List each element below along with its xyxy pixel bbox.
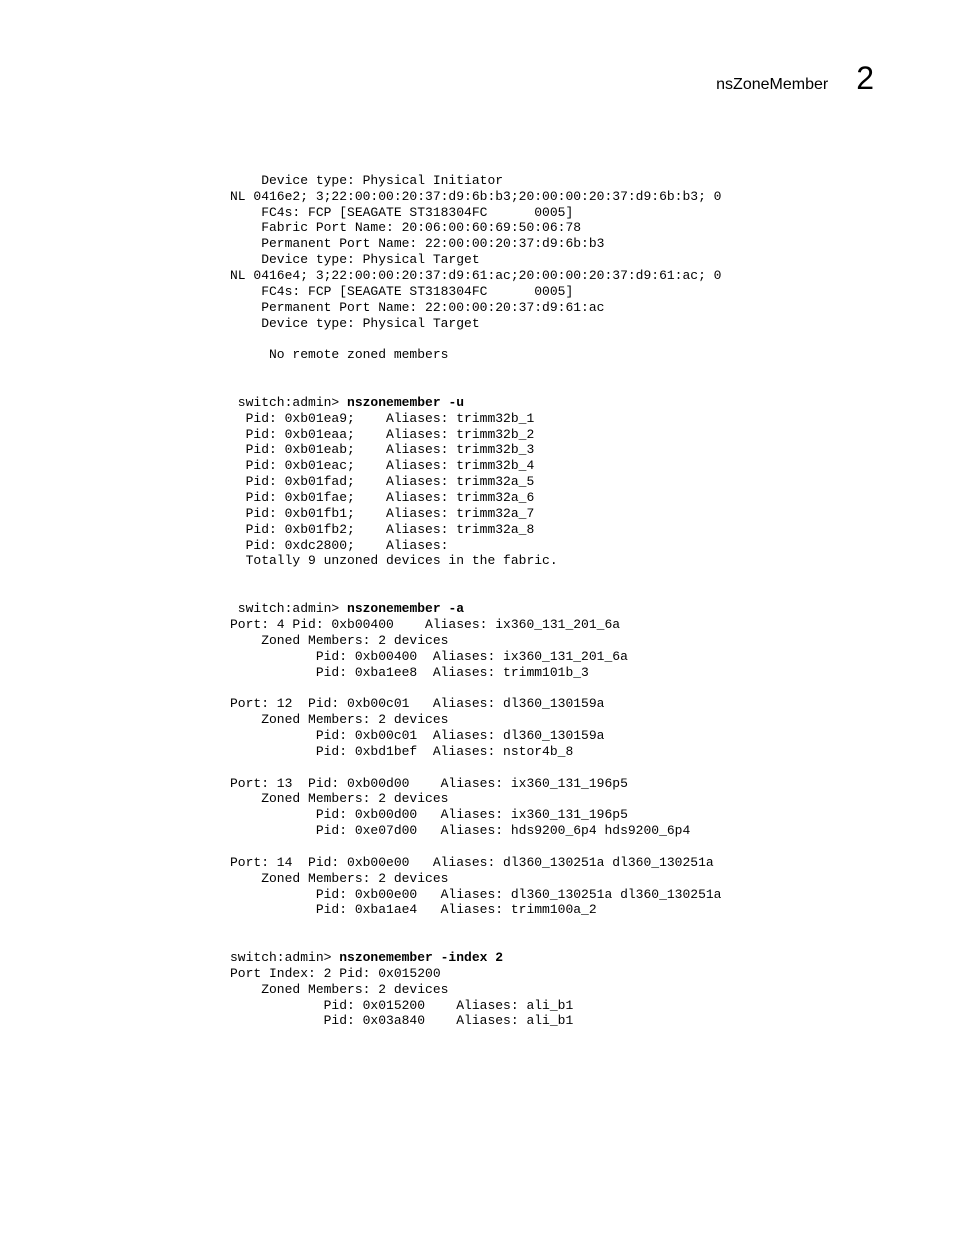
output-line: Port Index: 2 Pid: 0x015200 xyxy=(230,966,441,981)
command: nszonemember -index 2 xyxy=(339,950,503,965)
output-line: Zoned Members: 2 devices xyxy=(230,871,448,886)
output-line: Pid: 0xba1ae4 Aliases: trimm100a_2 xyxy=(230,902,597,917)
output-line: Permanent Port Name: 22:00:00:20:37:d9:6… xyxy=(230,300,604,315)
output-line: Pid: 0xb00400 Aliases: ix360_131_201_6a xyxy=(230,649,628,664)
output-line: Zoned Members: 2 devices xyxy=(230,633,448,648)
output-line: Port: 12 Pid: 0xb00c01 Aliases: dl360_13… xyxy=(230,696,604,711)
prompt: switch:admin> xyxy=(230,601,347,616)
output-line: Pid: 0xb01eaa; Aliases: trimm32b_2 xyxy=(230,427,534,442)
command: nszonemember -a xyxy=(347,601,464,616)
output-line: Pid: 0xb00d00 Aliases: ix360_131_196p5 xyxy=(230,807,628,822)
output-line: Permanent Port Name: 22:00:00:20:37:d9:6… xyxy=(230,236,604,251)
output-line: Pid: 0xb00c01 Aliases: dl360_130159a xyxy=(230,728,604,743)
output-line: Port: 14 Pid: 0xb00e00 Aliases: dl360_13… xyxy=(230,855,714,870)
output-line: Pid: 0x03a840 Aliases: ali_b1 xyxy=(230,1013,573,1028)
header-title: nsZoneMember xyxy=(716,76,828,94)
output-line: NL 0416e4; 3;22:00:00:20:37:d9:61:ac;20:… xyxy=(230,268,721,283)
output-line: Totally 9 unzoned devices in the fabric. xyxy=(230,553,558,568)
output-line: Pid: 0xba1ee8 Aliases: trimm101b_3 xyxy=(230,665,589,680)
page: nsZoneMember 2 Device type: Physical Ini… xyxy=(0,0,954,1235)
output-line: Zoned Members: 2 devices xyxy=(230,982,448,997)
output-line: Pid: 0xb00e00 Aliases: dl360_130251a dl3… xyxy=(230,887,721,902)
output-line: Fabric Port Name: 20:06:00:60:69:50:06:7… xyxy=(230,220,581,235)
output-line: Pid: 0xdc2800; Aliases: xyxy=(230,538,456,553)
output-line: Pid: 0xb01eab; Aliases: trimm32b_3 xyxy=(230,442,534,457)
output-line: Pid: 0xb01fad; Aliases: trimm32a_5 xyxy=(230,474,534,489)
output-line: Pid: 0xb01eac; Aliases: trimm32b_4 xyxy=(230,458,534,473)
output-line: Port: 4 Pid: 0xb00400 Aliases: ix360_131… xyxy=(230,617,620,632)
output-line: FC4s: FCP [SEAGATE ST318304FC 0005] xyxy=(230,205,573,220)
output-line: Device type: Physical Initiator xyxy=(230,173,503,188)
command: nszonemember -u xyxy=(347,395,464,410)
output-line: Pid: 0xb01ea9; Aliases: trimm32b_1 xyxy=(230,411,534,426)
output-line: Device type: Physical Target xyxy=(230,316,480,331)
output-line: Pid: 0xb01fb1; Aliases: trimm32a_7 xyxy=(230,506,534,521)
output-line: Zoned Members: 2 devices xyxy=(230,791,448,806)
output-line: Pid: 0x015200 Aliases: ali_b1 xyxy=(230,998,573,1013)
output-line: Pid: 0xe07d00 Aliases: hds9200_6p4 hds92… xyxy=(230,823,690,838)
header-chapter: 2 xyxy=(856,60,874,97)
output-line: Zoned Members: 2 devices xyxy=(230,712,448,727)
terminal-output: Device type: Physical Initiator NL 0416e… xyxy=(230,157,874,1029)
prompt: switch:admin> xyxy=(230,950,339,965)
output-line: Device type: Physical Target xyxy=(230,252,480,267)
output-line: NL 0416e2; 3;22:00:00:20:37:d9:6b:b3;20:… xyxy=(230,189,721,204)
page-header: nsZoneMember 2 xyxy=(80,60,874,97)
output-line: Pid: 0xbd1bef Aliases: nstor4b_8 xyxy=(230,744,573,759)
output-line: No remote zoned members xyxy=(230,347,448,362)
output-line: FC4s: FCP [SEAGATE ST318304FC 0005] xyxy=(230,284,573,299)
output-line: Pid: 0xb01fae; Aliases: trimm32a_6 xyxy=(230,490,534,505)
prompt: switch:admin> xyxy=(230,395,347,410)
output-line: Port: 13 Pid: 0xb00d00 Aliases: ix360_13… xyxy=(230,776,628,791)
output-line: Pid: 0xb01fb2; Aliases: trimm32a_8 xyxy=(230,522,534,537)
